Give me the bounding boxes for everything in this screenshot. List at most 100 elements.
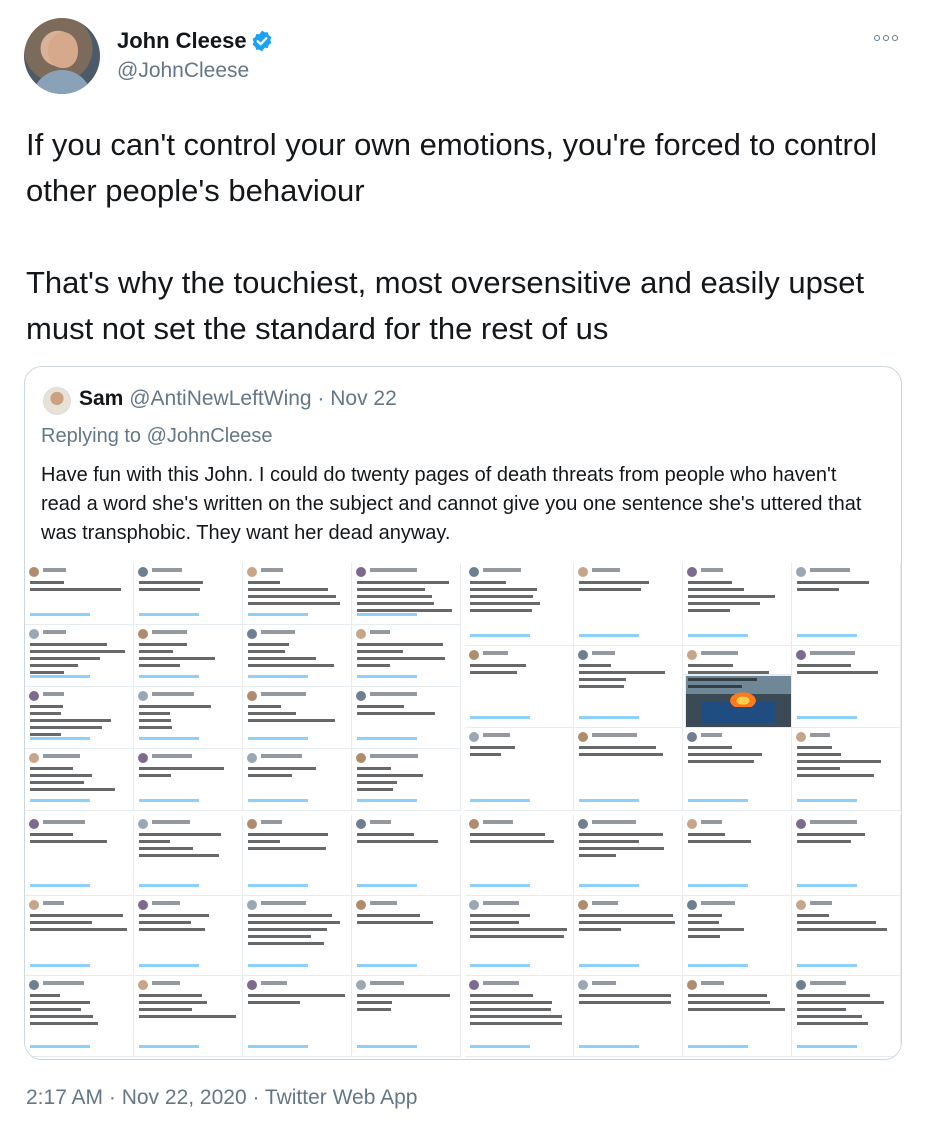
mini-avatar	[469, 649, 479, 660]
mini-name-line	[152, 981, 181, 986]
mini-text-line	[248, 774, 293, 777]
mini-text-line	[30, 581, 64, 584]
mini-text-line	[470, 920, 520, 924]
mini-avatar	[469, 899, 479, 910]
mini-text-line	[470, 1008, 551, 1012]
mini-meta-line	[248, 799, 308, 802]
more-dot	[874, 35, 880, 41]
mini-text-line	[797, 1001, 885, 1005]
collage-panel[interactable]	[465, 563, 901, 811]
mini-tweet-screenshot	[465, 976, 574, 1057]
quoted-author-name[interactable]: Sam	[79, 387, 123, 410]
mini-meta-line	[139, 799, 199, 802]
author-handle[interactable]: @JohnCleese	[117, 59, 249, 83]
mini-avatar	[138, 629, 148, 639]
mini-text-line	[797, 833, 865, 836]
mini-text-line	[139, 994, 203, 998]
mini-meta-line	[357, 799, 417, 802]
mini-tweet-screenshot	[574, 976, 683, 1057]
mini-text-line	[139, 712, 171, 715]
mini-text-line	[579, 833, 664, 836]
mini-tweet-screenshot	[134, 976, 243, 1057]
mini-name-line	[483, 650, 508, 655]
mini-text-line	[470, 934, 564, 938]
mini-text-line	[139, 588, 201, 591]
mini-tweet-screenshot	[465, 645, 574, 729]
author-avatar[interactable]	[24, 18, 100, 94]
mini-text-line	[248, 1001, 300, 1005]
quoted-tweet[interactable]: Sam @AntiNewLeftWing · Nov 22 Replying t…	[24, 366, 902, 1060]
mini-text-line	[30, 1001, 91, 1005]
mini-avatar	[796, 899, 806, 910]
mini-text-line	[797, 774, 875, 778]
mini-tweet-screenshot	[574, 815, 683, 896]
mini-tweet-screenshot	[683, 563, 792, 646]
mini-text-line	[579, 588, 642, 591]
mini-name-line	[43, 820, 86, 824]
mini-text-line	[30, 671, 64, 674]
mini-text-line	[579, 920, 676, 924]
mini-text-line	[248, 840, 280, 843]
mini-tweet-screenshot	[683, 895, 792, 977]
mini-name-line	[261, 900, 306, 905]
mini-avatar	[247, 819, 257, 829]
mini-meta-line	[139, 964, 199, 968]
mini-text-line	[357, 920, 434, 924]
mini-avatar	[356, 819, 366, 829]
mini-text-line	[797, 1022, 868, 1026]
tweet-timestamp[interactable]: 2:17 AM · Nov 22, 2020 · Twitter Web App	[26, 1086, 417, 1110]
replying-to-mention-link[interactable]: @JohnCleese	[147, 425, 273, 447]
mini-text-line	[470, 595, 533, 598]
quoted-screenshot-collage[interactable]	[25, 563, 901, 1059]
mini-text-line	[30, 927, 127, 931]
mini-text-line	[688, 663, 733, 667]
mini-text-line	[797, 1015, 863, 1019]
mini-avatar	[247, 567, 257, 577]
mini-text-line	[357, 609, 453, 612]
mini-text-line	[248, 602, 341, 605]
mini-avatar	[356, 567, 366, 577]
mini-name-line	[701, 981, 724, 986]
mini-text-line	[357, 650, 403, 653]
mini-avatar	[247, 980, 257, 991]
mini-name-line	[810, 820, 857, 824]
mini-text-line	[139, 657, 216, 660]
more-options-icon[interactable]	[874, 30, 904, 46]
mini-text-line	[688, 934, 720, 938]
mini-tweet-screenshot	[574, 645, 683, 729]
mini-text-line	[470, 663, 527, 667]
mini-text-line	[688, 913, 723, 917]
mini-text-line	[357, 774, 423, 777]
mini-tweet-screenshot	[352, 687, 461, 749]
mini-name-line	[261, 692, 307, 696]
mini-avatar	[687, 899, 697, 910]
mini-meta-line	[470, 798, 530, 802]
mini-text-line	[30, 726, 102, 729]
mini-avatar	[247, 691, 257, 701]
mini-text-line	[797, 913, 829, 917]
mini-name-line	[810, 981, 847, 986]
mini-avatar	[578, 567, 588, 577]
author-display-name[interactable]: John Cleese	[117, 28, 247, 54]
mini-meta-line	[248, 613, 308, 616]
mini-avatar	[578, 732, 588, 743]
mini-tweet-screenshot	[683, 728, 792, 811]
mini-avatar	[796, 649, 806, 660]
quoted-replying-to: Replying to @JohnCleese	[41, 425, 273, 448]
mini-avatar	[578, 899, 588, 910]
mini-text-line	[797, 663, 851, 667]
mini-tweet-screenshot	[25, 625, 134, 687]
collage-panel[interactable]	[25, 815, 461, 1057]
mini-meta-line	[357, 613, 417, 616]
quoted-author-avatar[interactable]	[43, 387, 71, 415]
collage-panel[interactable]	[465, 815, 901, 1057]
mini-text-line	[248, 920, 340, 924]
mini-text-line	[357, 602, 435, 605]
mini-avatar	[138, 753, 148, 763]
mini-meta-line	[139, 883, 199, 887]
mini-name-line	[592, 650, 615, 655]
collage-panel[interactable]	[25, 563, 461, 811]
mini-name-line	[152, 754, 192, 758]
mini-meta-line	[30, 1044, 90, 1048]
mini-avatar	[469, 980, 479, 991]
